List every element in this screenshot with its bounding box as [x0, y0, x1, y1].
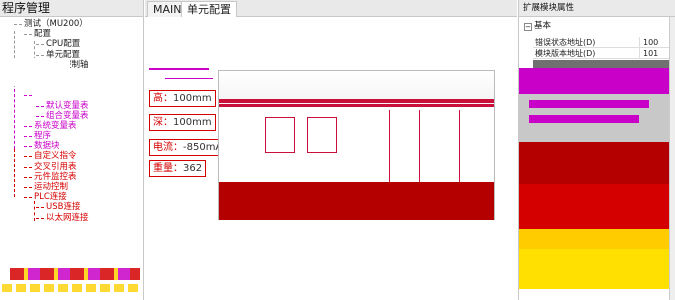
tree-item-label: 配置: [34, 29, 52, 40]
tree-item[interactable]: USB连接: [0, 202, 143, 212]
tree-connector: [36, 105, 44, 107]
tree-connector: [24, 156, 32, 158]
tree-item-label: 系统变量表: [34, 120, 77, 131]
tree-item-label: 自定义指令: [34, 151, 77, 162]
tree-item[interactable]: 以太网连接: [0, 213, 143, 223]
tree-connector: [24, 146, 32, 148]
tree-item-label: 程序: [34, 131, 52, 142]
module-properties-panel: 扩展模块属性 − 基本 错误状态地址(D) 100 模块版本地址(D) 101: [518, 0, 675, 300]
module-top-panel: [219, 71, 494, 107]
tree-connector: [24, 176, 32, 178]
tree-item-label: PLC连接: [34, 192, 67, 203]
property-value[interactable]: 100: [639, 37, 669, 48]
tree-connector: [36, 207, 44, 209]
render-artifact: [519, 68, 669, 94]
tree-connector: [24, 136, 32, 138]
height-label: 高：100mm: [149, 90, 216, 107]
render-artifact: [529, 100, 649, 108]
tree-item[interactable]: 运动控制: [0, 182, 143, 192]
module-body: [219, 110, 494, 182]
tree-connector: [14, 89, 15, 149]
tree-connector: [36, 54, 44, 56]
render-artifact: [2, 284, 142, 292]
tree-item[interactable]: [0, 90, 143, 100]
render-artifact: [519, 142, 669, 184]
tree-item-label: 默认变量表: [46, 100, 89, 111]
tree-item-label: USB连接: [46, 202, 81, 213]
render-artifact: [0, 58, 70, 86]
depth-label: 深：100mm: [149, 114, 216, 131]
property-name: 模块版本地址(D): [535, 49, 596, 58]
properties-scrollbar[interactable]: [669, 17, 675, 300]
tree-item[interactable]: 数据块: [0, 141, 143, 151]
render-artifact: [529, 115, 639, 123]
tree-connector: [36, 115, 44, 117]
tree-connector: [34, 201, 35, 221]
tree-connector: [24, 187, 32, 188]
render-artifact: [519, 184, 669, 229]
module-divider: [419, 110, 420, 182]
render-artifact: [519, 289, 669, 300]
module-terminal-block: [219, 182, 494, 220]
tree-item[interactable]: 测试（MU200）: [0, 19, 143, 29]
current-label: 电流：-850mA: [149, 139, 227, 156]
tree-connector: [24, 166, 32, 168]
tree-connector: [36, 44, 44, 46]
property-row[interactable]: 错误状态地址(D) 100: [533, 37, 669, 48]
tree-item[interactable]: 系统变量表: [0, 121, 143, 131]
tree-item-label: 测试（MU200）: [24, 19, 88, 29]
basic-section-header[interactable]: − 基本: [519, 20, 669, 33]
tree-item[interactable]: CPU配置: [0, 39, 143, 49]
tree-item[interactable]: 交叉引用表: [0, 162, 143, 172]
render-artifact: [519, 229, 669, 249]
render-artifact: [10, 268, 140, 280]
collapse-toggle-icon[interactable]: −: [524, 23, 532, 31]
tree-item-label: CPU配置: [46, 39, 81, 50]
property-name: 错误状态地址(D): [535, 38, 596, 47]
tree-connector: [24, 125, 32, 127]
module-slot: [265, 117, 295, 153]
property-value[interactable]: 101: [639, 48, 669, 59]
section-label: 基本: [534, 21, 552, 31]
editor-tab-bar: MAIN 单元配置: [145, 0, 517, 17]
tree-item[interactable]: 自定义指令: [0, 151, 143, 161]
tree-item-label: 元件监控表: [34, 171, 77, 182]
module-divider: [389, 110, 390, 182]
tree-item[interactable]: 组合变量表: [0, 111, 143, 121]
module-slot: [307, 117, 337, 153]
tree-item-label: 运动控制: [34, 182, 69, 192]
tree-item[interactable]: 元件监控表: [0, 172, 143, 182]
program-manager-panel: 程序管理 测试（MU200）配置CPU配置单元配置运动控制轴默认变量表组合变量表…: [0, 0, 144, 300]
weight-label: 重量：362: [149, 160, 207, 177]
render-artifact: [519, 249, 669, 289]
tree-connector: [24, 197, 32, 199]
tree-item[interactable]: PLC连接: [0, 192, 143, 202]
render-artifact: [165, 78, 213, 79]
tree-connector: [24, 95, 32, 97]
expansion-module-image[interactable]: [218, 70, 495, 220]
tree-item-label: 交叉引用表: [34, 161, 77, 172]
tree-item-label: 组合变量表: [46, 110, 89, 121]
tab-unit-config[interactable]: 单元配置: [181, 1, 237, 17]
render-artifact: [533, 60, 669, 68]
tree-connector: [24, 34, 32, 36]
tree-item[interactable]: 程序: [0, 131, 143, 141]
render-artifact: [149, 68, 209, 70]
program-manager-title: 程序管理: [0, 0, 143, 17]
tree-item[interactable]: 配置: [0, 29, 143, 39]
tree-connector: [14, 24, 22, 25]
tree-item-label: 数据块: [34, 141, 60, 152]
project-tree: 测试（MU200）配置CPU配置单元配置运动控制轴默认变量表组合变量表系统变量表…: [0, 17, 143, 223]
tree-connector: [36, 217, 44, 219]
tree-item-label: 以太网连接: [46, 212, 89, 223]
unit-config-canvas: 高：100mm 深：100mm 电流：-850mA 重量：362: [145, 18, 517, 300]
tree-item[interactable]: 默认变量表: [0, 101, 143, 111]
module-properties-title: 扩展模块属性: [519, 0, 675, 17]
module-stripe: [219, 99, 494, 103]
module-divider: [459, 110, 460, 182]
tree-connector: [14, 149, 15, 197]
property-row[interactable]: 模块版本地址(D) 101: [533, 48, 669, 59]
